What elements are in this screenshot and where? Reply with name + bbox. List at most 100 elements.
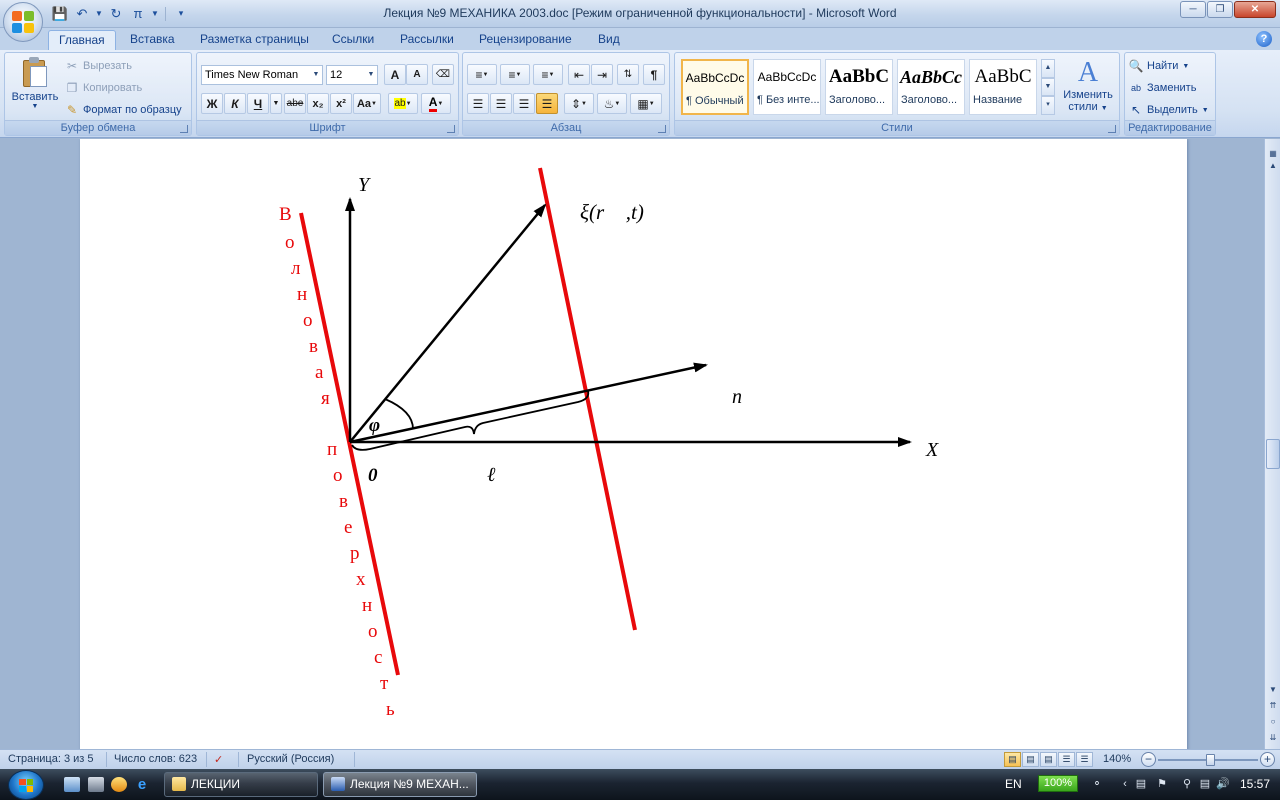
justify-button[interactable]: ☰	[536, 93, 558, 114]
copy-button[interactable]: ❐ Копировать	[65, 78, 143, 98]
scroll-up-icon[interactable]: ▲	[1266, 159, 1280, 173]
switch-windows-icon[interactable]	[88, 777, 104, 792]
network-icon[interactable]: ▤	[1198, 777, 1212, 791]
outline-view-icon[interactable]: ☰	[1058, 752, 1075, 767]
tab-mailings[interactable]: Рассылки	[390, 30, 464, 50]
style-no-spacing[interactable]: AaBbCcDc ¶ Без инте...	[753, 59, 821, 115]
gallery-up-icon[interactable]: ▲	[1041, 59, 1055, 78]
clear-formatting-button[interactable]: ⌫	[432, 64, 454, 85]
usb-icon[interactable]: ⚲	[1180, 777, 1194, 791]
clipboard-launcher-icon[interactable]	[180, 125, 188, 133]
scroll-down-icon[interactable]: ▼	[1266, 683, 1280, 697]
numbering-button[interactable]: ≡ ▼	[500, 64, 530, 85]
close-button[interactable]: ✕	[1234, 1, 1276, 18]
tab-view[interactable]: Вид	[588, 30, 630, 50]
start-button[interactable]	[8, 770, 44, 800]
cut-button[interactable]: ✂ Вырезать	[65, 56, 132, 76]
volume-icon[interactable]: 🔊	[1216, 777, 1230, 791]
paragraph-launcher-icon[interactable]	[658, 125, 666, 133]
office-button[interactable]	[3, 2, 43, 42]
input-language[interactable]: EN	[1005, 777, 1022, 791]
borders-button[interactable]: ▦ ▼	[630, 93, 662, 114]
show-desktop-icon[interactable]	[64, 777, 80, 792]
paste-button[interactable]: Вставить ▼	[9, 57, 61, 117]
replace-button[interactable]: ab Заменить	[1129, 78, 1196, 98]
style-heading-2[interactable]: AaBbCc Заголово...	[897, 59, 965, 115]
increase-indent-button[interactable]: ⇥	[591, 64, 613, 85]
superscript-button[interactable]: x²	[330, 93, 352, 114]
page-indicator[interactable]: Страница: 3 из 5	[8, 753, 94, 765]
shrink-font-button[interactable]: A	[406, 64, 428, 85]
font-color-button[interactable]: A ▼	[421, 93, 451, 114]
styles-launcher-icon[interactable]	[1108, 125, 1116, 133]
paste-dropdown-icon[interactable]: ▼	[9, 103, 61, 110]
zoom-in-icon[interactable]: +	[1260, 752, 1275, 767]
font-size-select[interactable]: 12 ▼	[326, 65, 378, 85]
gallery-more-icon[interactable]: ▾	[1041, 96, 1055, 116]
font-launcher-icon[interactable]	[447, 125, 455, 133]
format-painter-button[interactable]: ✎ Формат по образцу	[65, 100, 182, 120]
underline-button[interactable]: Ч	[247, 93, 269, 114]
clock[interactable]: 15:57	[1240, 777, 1270, 791]
language-indicator[interactable]: Русский (Россия)	[247, 753, 334, 765]
align-right-button[interactable]: ☰	[513, 93, 535, 114]
italic-button[interactable]: К	[224, 93, 246, 114]
strikethrough-button[interactable]: abe	[284, 93, 306, 114]
taskbar-folder-button[interactable]: ЛЕКЦИИ	[164, 772, 318, 797]
minimize-button[interactable]: ─	[1180, 1, 1206, 18]
taskbar-word-button[interactable]: Лекция №9 МЕХАН...	[323, 772, 477, 797]
proofing-icon[interactable]: ✓	[214, 753, 223, 766]
find-button[interactable]: 🔍 Найти ▼	[1129, 56, 1190, 76]
tab-page-layout[interactable]: Разметка страницы	[190, 30, 319, 50]
highlight-button[interactable]: ab ▼	[388, 93, 418, 114]
draft-view-icon[interactable]: ☰	[1076, 752, 1093, 767]
media-player-icon[interactable]	[111, 777, 127, 792]
font-name-select[interactable]: Times New Roman ▼	[201, 65, 323, 85]
vertical-scrollbar[interactable]: ▦ ▲ ▼ ⇈ ○ ⇊	[1264, 139, 1280, 749]
style-normal[interactable]: AaBbCcDc ¶ Обычный	[681, 59, 749, 115]
tab-references[interactable]: Ссылки	[322, 30, 384, 50]
decrease-indent-button[interactable]: ⇤	[568, 64, 590, 85]
gallery-down-icon[interactable]: ▼	[1041, 77, 1055, 97]
zoom-slider-thumb[interactable]	[1206, 754, 1215, 766]
grow-font-button[interactable]: A	[384, 64, 406, 85]
bold-button[interactable]: Ж	[201, 93, 223, 114]
zoom-out-icon[interactable]: −	[1141, 752, 1156, 767]
internet-explorer-icon[interactable]: e	[134, 777, 150, 792]
network-manager-icon[interactable]: ▤	[1134, 777, 1148, 791]
tab-home[interactable]: Главная	[48, 30, 116, 50]
antivirus-icon[interactable]: ⚑	[1155, 777, 1169, 791]
battery-indicator[interactable]: 100%	[1038, 775, 1078, 792]
show-marks-button[interactable]: ¶	[643, 64, 665, 85]
style-heading-1[interactable]: AaBbC Заголово...	[825, 59, 893, 115]
change-case-button[interactable]: Aa ▼	[353, 93, 381, 114]
multilevel-list-button[interactable]: ≡ ▼	[533, 64, 563, 85]
show-hidden-icons-icon[interactable]: ‹	[1118, 777, 1132, 791]
help-icon[interactable]: ?	[1256, 31, 1272, 47]
select-button[interactable]: ↖ Выделить ▼	[1129, 100, 1209, 120]
change-styles-button[interactable]: A Изменить стили ▼	[1059, 57, 1117, 113]
tab-review[interactable]: Рецензирование	[469, 30, 582, 50]
full-screen-reading-icon[interactable]: ▤	[1022, 752, 1039, 767]
subscript-button[interactable]: x₂	[307, 93, 329, 114]
next-page-icon[interactable]: ⇊	[1266, 731, 1280, 745]
underline-dropdown-icon[interactable]: ▼	[270, 93, 282, 114]
style-title[interactable]: AaBbC Название	[969, 59, 1037, 115]
align-center-button[interactable]: ☰	[490, 93, 512, 114]
sort-button[interactable]: ⇅	[617, 64, 639, 85]
word-count[interactable]: Число слов: 623	[114, 753, 197, 765]
power-icon[interactable]: ⚬	[1090, 777, 1104, 791]
print-layout-view-icon[interactable]: ▤	[1004, 752, 1021, 767]
zoom-level[interactable]: 140%	[1103, 753, 1131, 765]
document-page[interactable]: Y X ξ(r⃗ ,t) n⃗ φ 0 ℓ В о л н о в а я п …	[80, 139, 1187, 749]
previous-page-icon[interactable]: ⇈	[1266, 699, 1280, 713]
browse-object-icon[interactable]: ○	[1266, 715, 1280, 729]
line-spacing-button[interactable]: ⇕ ▼	[564, 93, 594, 114]
restore-button[interactable]: ❐	[1207, 1, 1233, 18]
scroll-thumb[interactable]	[1266, 439, 1280, 469]
align-left-button[interactable]: ☰	[467, 93, 489, 114]
web-layout-icon[interactable]: ▤	[1040, 752, 1057, 767]
tab-insert[interactable]: Вставка	[120, 30, 185, 50]
bullets-button[interactable]: ≡ ▼	[467, 64, 497, 85]
shading-button[interactable]: ♨ ▼	[597, 93, 627, 114]
